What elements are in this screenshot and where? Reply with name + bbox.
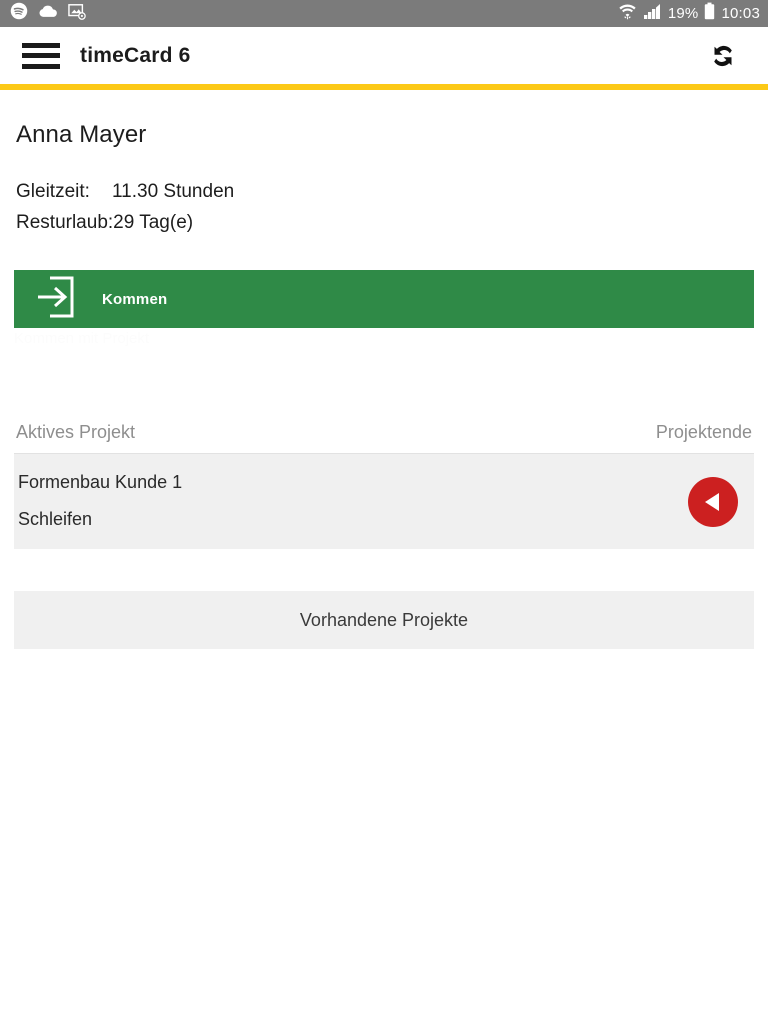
stat-value-gleitzeit: 11.30 Stunden bbox=[112, 181, 235, 202]
battery-icon bbox=[704, 2, 715, 25]
app-bar: timeCard 6 bbox=[0, 27, 768, 84]
stat-row-gleitzeit: Gleitzeit: 11.30 Stunden bbox=[16, 176, 754, 207]
status-bar-left-icons bbox=[10, 2, 86, 25]
spotify-icon bbox=[10, 2, 28, 25]
status-bar: 19% 10:03 bbox=[0, 0, 768, 27]
wifi-icon bbox=[618, 2, 637, 25]
stats-block: Gleitzeit: 11.30 Stunden Resturlaub: 29 … bbox=[16, 176, 754, 238]
battery-percent-label: 19% bbox=[667, 5, 699, 22]
project-section: Aktives Projekt Projektende Formenbau Ku… bbox=[14, 422, 754, 649]
app-root: 19% 10:03 timeCard 6 Anna Mayer Gleitzei… bbox=[0, 0, 768, 1024]
accent-bar bbox=[0, 84, 768, 90]
project-name: Formenbau Kunde 1 bbox=[18, 472, 183, 492]
clock-label: 10:03 bbox=[721, 5, 760, 22]
vorhandene-projekte-label: Vorhandene Projekte bbox=[299, 609, 469, 630]
kommen-button-label: Kommen bbox=[102, 290, 168, 308]
main-content: Anna Mayer Gleitzeit: 11.30 Stunden Rest… bbox=[0, 121, 768, 649]
screenshot-icon bbox=[68, 3, 86, 25]
cloud-icon bbox=[38, 4, 58, 24]
active-project-label: Aktives Projekt bbox=[16, 422, 136, 442]
login-arrow-icon bbox=[36, 275, 76, 324]
hamburger-menu-icon[interactable] bbox=[22, 42, 60, 69]
signal-icon bbox=[643, 3, 662, 25]
status-bar-right-icons: 19% 10:03 bbox=[618, 2, 760, 25]
user-name: Anna Mayer bbox=[16, 121, 147, 148]
kommen-button[interactable]: Kommen bbox=[14, 270, 754, 328]
kommen-ghost-text: Kommen mit Projekt bbox=[14, 330, 150, 347]
active-project-card[interactable]: Formenbau Kunde 1 Schleifen bbox=[14, 454, 754, 549]
stat-value-resturlaub: 29 Tag(e) bbox=[113, 212, 194, 233]
stat-label-gleitzeit: Gleitzeit: bbox=[16, 181, 90, 202]
project-end-label[interactable]: Projektende bbox=[656, 422, 752, 443]
stat-label-resturlaub: Resturlaub: bbox=[16, 212, 114, 233]
stop-triangle-icon[interactable] bbox=[688, 476, 738, 527]
sync-icon[interactable] bbox=[702, 35, 744, 77]
project-section-header: Aktives Projekt Projektende bbox=[14, 422, 754, 453]
stat-row-resturlaub: Resturlaub: 29 Tag(e) bbox=[16, 207, 754, 238]
vorhandene-projekte-button[interactable]: Vorhandene Projekte bbox=[14, 591, 754, 649]
page-title: timeCard 6 bbox=[80, 43, 191, 67]
project-task: Schleifen bbox=[18, 509, 93, 529]
